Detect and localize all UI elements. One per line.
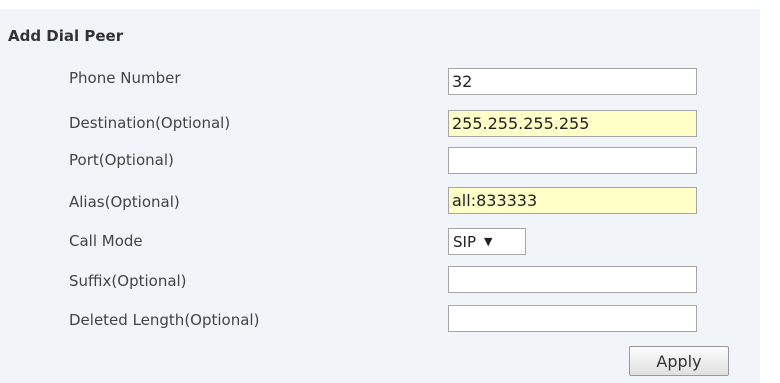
caret-down-icon: ▼ — [484, 235, 493, 248]
alias-label: Alias(Optional) — [69, 193, 180, 211]
destination-input[interactable] — [448, 110, 697, 137]
phone-number-label: Phone Number — [69, 69, 181, 87]
alias-input[interactable] — [448, 187, 697, 214]
port-input[interactable] — [448, 147, 697, 174]
port-label: Port(Optional) — [69, 151, 174, 169]
suffix-input[interactable] — [448, 266, 697, 293]
call-mode-value: SIP — [453, 232, 476, 251]
call-mode-label: Call Mode — [69, 232, 143, 250]
deleted-length-label: Deleted Length(Optional) — [69, 311, 260, 329]
suffix-label: Suffix(Optional) — [69, 272, 187, 290]
destination-label: Destination(Optional) — [69, 114, 231, 132]
call-mode-select[interactable]: SIP ▼ — [448, 228, 526, 255]
section-title: Add Dial Peer — [8, 27, 124, 45]
apply-button[interactable]: Apply — [629, 346, 729, 376]
phone-number-input[interactable] — [448, 68, 697, 95]
deleted-length-input[interactable] — [448, 305, 697, 332]
